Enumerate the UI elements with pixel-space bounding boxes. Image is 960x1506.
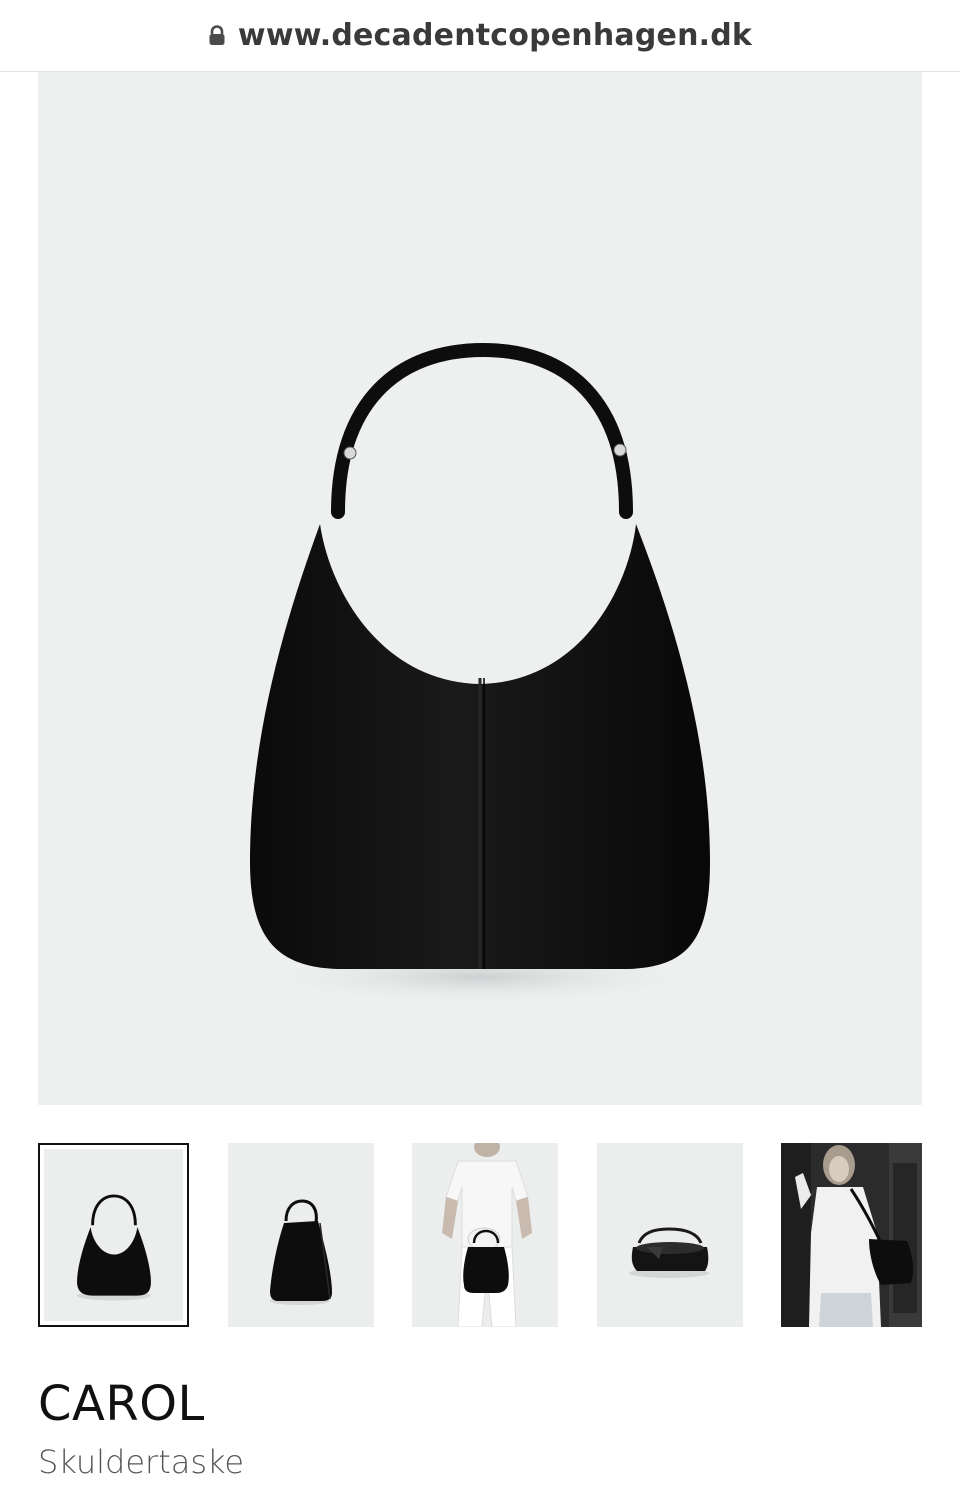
product-name: CAROL <box>38 1376 205 1432</box>
thumbnail-4[interactable] <box>597 1143 743 1327</box>
thumbnail-1[interactable] <box>38 1143 189 1327</box>
url-text[interactable]: www.decadentcopenhagen.dk <box>238 18 752 53</box>
url-container: www.decadentcopenhagen.dk <box>208 18 752 53</box>
thumbnail-3[interactable] <box>412 1143 558 1327</box>
thumbnail-2[interactable] <box>228 1143 374 1327</box>
thumbnail-strip <box>38 1143 922 1327</box>
lock-icon <box>208 24 226 47</box>
product-subtitle: Skuldertaske <box>38 1443 245 1481</box>
main-product-image[interactable] <box>38 72 922 1105</box>
browser-address-bar[interactable]: www.decadentcopenhagen.dk <box>0 0 960 72</box>
thumbnail-5[interactable] <box>781 1143 922 1327</box>
